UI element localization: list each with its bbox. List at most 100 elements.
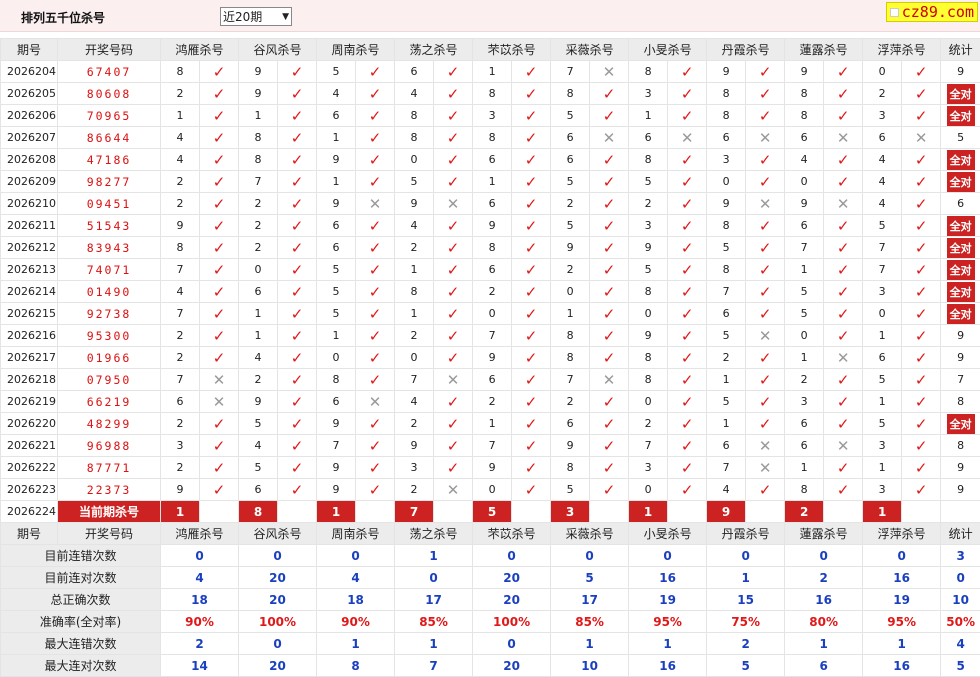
kill-value-cell: 6 <box>317 237 356 259</box>
winning-number-cell: 07950 <box>58 369 161 391</box>
stat-cell: 8 <box>941 435 980 457</box>
summary-value: 7 <box>395 655 473 677</box>
check-icon: ✓ <box>590 391 629 413</box>
check-icon: ✓ <box>434 347 473 369</box>
issue-cell: 2026217 <box>1 347 58 369</box>
period-select[interactable]: 近20期 ▼ <box>220 7 292 26</box>
check-icon: ✓ <box>278 237 317 259</box>
cross-icon: ✕ <box>590 369 629 391</box>
kill-value-cell: 8 <box>395 281 434 303</box>
kill-value-cell: 6 <box>239 479 278 501</box>
check-icon: ✓ <box>200 347 239 369</box>
kill-value-cell: 8 <box>239 149 278 171</box>
kill-value-cell: 8 <box>317 369 356 391</box>
kill-value-cell: 9 <box>317 193 356 215</box>
summary-value: 8 <box>317 655 395 677</box>
check-icon: ✓ <box>512 171 551 193</box>
stat-value: 6 <box>957 197 964 210</box>
check-icon: ✓ <box>668 215 707 237</box>
stat-cell: 全对 <box>941 303 980 325</box>
stat-cell: 5 <box>941 127 980 149</box>
empty-cell <box>512 501 551 523</box>
summary-value: 0 <box>785 545 863 567</box>
current-kill-value: 1 <box>317 501 356 523</box>
check-icon: ✓ <box>902 171 941 193</box>
check-icon: ✓ <box>824 215 863 237</box>
check-icon: ✓ <box>512 281 551 303</box>
kill-value-cell: 8 <box>707 215 746 237</box>
check-icon: ✓ <box>824 457 863 479</box>
stat-value: 9 <box>957 461 964 474</box>
kill-value-cell: 9 <box>785 61 824 83</box>
check-icon: ✓ <box>434 127 473 149</box>
kill-value-cell: 2 <box>785 369 824 391</box>
logo-text: cz89.com <box>902 3 974 21</box>
check-icon: ✓ <box>512 215 551 237</box>
stat-cell: 8 <box>941 391 980 413</box>
kill-value-cell: 9 <box>707 193 746 215</box>
check-icon: ✓ <box>434 61 473 83</box>
kill-value-cell: 5 <box>551 171 590 193</box>
kill-value-cell: 9 <box>317 413 356 435</box>
check-icon: ✓ <box>590 193 629 215</box>
kill-value-cell: 9 <box>473 215 512 237</box>
check-icon: ✓ <box>668 237 707 259</box>
stat-cell: 9 <box>941 479 980 501</box>
kill-value-cell: 1 <box>239 303 278 325</box>
col-header-expert: 丹霞杀号 <box>707 523 785 545</box>
check-icon: ✓ <box>902 105 941 127</box>
check-icon: ✓ <box>512 391 551 413</box>
check-icon: ✓ <box>278 215 317 237</box>
check-icon: ✓ <box>200 413 239 435</box>
check-icon: ✓ <box>356 479 395 501</box>
kill-value-cell: 7 <box>629 435 668 457</box>
summary-value: 14 <box>161 655 239 677</box>
kill-value-cell: 1 <box>473 413 512 435</box>
check-icon: ✓ <box>434 171 473 193</box>
col-header-expert: 荡之杀号 <box>395 523 473 545</box>
table-row: 2026207866444✓8✓1✓8✓8✓6✕6✕6✕6✕6✕5 <box>1 127 980 149</box>
kill-value-cell: 9 <box>395 435 434 457</box>
kill-value-cell: 6 <box>551 127 590 149</box>
check-icon: ✓ <box>590 171 629 193</box>
kill-value-cell: 6 <box>707 435 746 457</box>
check-icon: ✓ <box>746 479 785 501</box>
kill-value-cell: 6 <box>473 259 512 281</box>
issue-cell: 2026212 <box>1 237 58 259</box>
check-icon: ✓ <box>356 347 395 369</box>
empty-cell <box>278 501 317 523</box>
summary-value: 0 <box>863 545 941 567</box>
stat-cell: 9 <box>941 61 980 83</box>
kill-value-cell: 1 <box>317 171 356 193</box>
check-icon: ✓ <box>590 413 629 435</box>
summary-value: 1 <box>551 633 629 655</box>
stat-cell: 全对 <box>941 83 980 105</box>
check-icon: ✓ <box>200 127 239 149</box>
check-icon: ✓ <box>278 347 317 369</box>
empty-cell <box>590 501 629 523</box>
kill-value-cell: 3 <box>785 391 824 413</box>
kill-value-cell: 0 <box>629 479 668 501</box>
cross-icon: ✕ <box>902 127 941 149</box>
check-icon: ✓ <box>590 105 629 127</box>
check-icon: ✓ <box>902 61 941 83</box>
cross-icon: ✕ <box>746 127 785 149</box>
check-icon: ✓ <box>278 193 317 215</box>
stat-cell: 全对 <box>941 237 980 259</box>
check-icon: ✓ <box>434 325 473 347</box>
kill-value-cell: 7 <box>707 457 746 479</box>
stat-value: 8 <box>957 439 964 452</box>
current-kill-value: 9 <box>707 501 746 523</box>
check-icon: ✓ <box>902 193 941 215</box>
current-kill-value: 7 <box>395 501 434 523</box>
col-header-expert: 采薇杀号 <box>551 39 629 61</box>
check-icon: ✓ <box>668 259 707 281</box>
kill-value-cell: 1 <box>473 61 512 83</box>
current-kill-value: 8 <box>239 501 278 523</box>
current-kill-value: 3 <box>551 501 590 523</box>
summary-value: 2 <box>707 633 785 655</box>
check-icon: ✓ <box>668 61 707 83</box>
summary-value: 4 <box>941 633 980 655</box>
site-logo[interactable]: cz89.com <box>886 2 978 22</box>
issue-cell: 2026206 <box>1 105 58 127</box>
